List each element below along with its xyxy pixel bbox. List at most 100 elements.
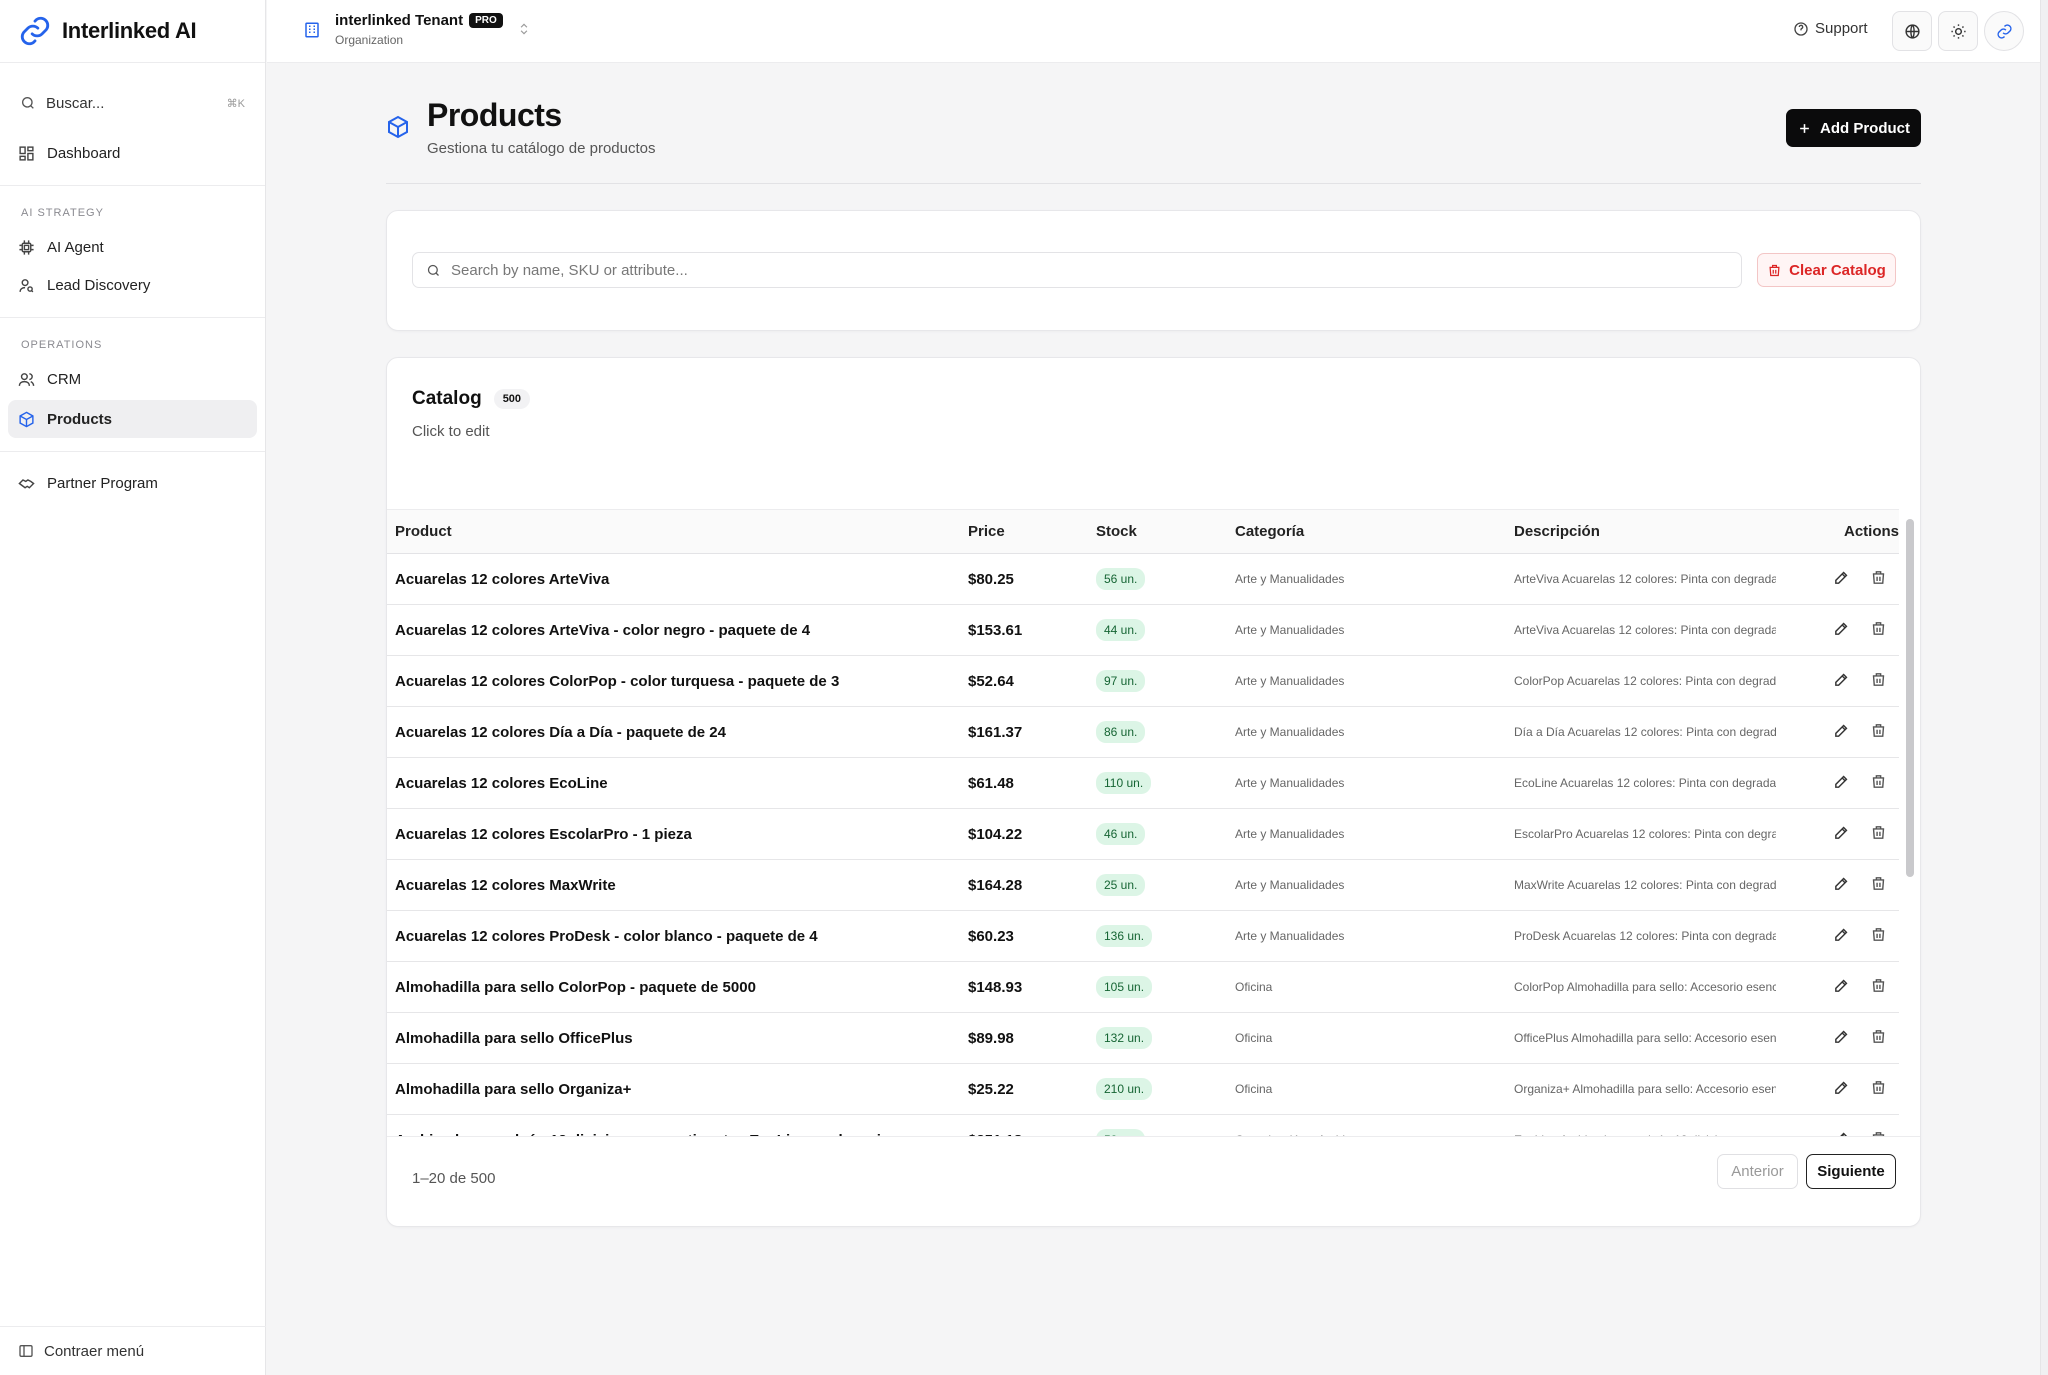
stock-badge: 58 un. <box>1096 1129 1146 1136</box>
table-row[interactable]: Acuarelas 12 colores Día a Día - paquete… <box>387 707 1899 758</box>
edit-icon[interactable] <box>1833 569 1850 590</box>
sidebar-item-label: Partner Program <box>47 474 158 492</box>
sidebar-item-label: Dashboard <box>47 144 121 162</box>
stock-cell: 46 un. <box>1088 823 1227 845</box>
table-row[interactable]: Acuarelas 12 colores ProDesk - color bla… <box>387 911 1899 962</box>
product-name: Acuarelas 12 colores ArteViva <box>395 570 610 588</box>
edit-icon[interactable] <box>1833 1028 1850 1049</box>
product-name: Acuarelas 12 colores EscolarPro - 1 piez… <box>395 825 692 843</box>
table-row[interactable]: Acuarelas 12 colores EscolarPro - 1 piez… <box>387 809 1899 860</box>
trash-icon[interactable] <box>1870 926 1887 947</box>
sidebar-search[interactable]: Buscar... ⌘K <box>10 83 255 123</box>
table-row[interactable]: Acuarelas 12 colores ArteViva - color ne… <box>387 605 1899 656</box>
sun-icon <box>1950 23 1966 39</box>
previous-page-button[interactable]: Anterior <box>1717 1154 1798 1189</box>
count-badge: 500 <box>493 389 531 409</box>
clear-catalog-button[interactable]: Clear Catalog <box>1757 253 1896 287</box>
product-category: Arte y Manualidades <box>1235 827 1345 841</box>
sidebar-item-crm[interactable]: CRM <box>8 360 257 398</box>
trash-icon[interactable] <box>1870 875 1887 896</box>
table-row[interactable]: Acuarelas 12 colores ArteViva $80.25 56 un… <box>387 554 1899 605</box>
stock-badge: 132 un. <box>1096 1027 1153 1049</box>
product-price: $61.48 <box>968 774 1014 792</box>
edit-icon[interactable] <box>1833 722 1850 743</box>
add-product-button[interactable]: Add Product <box>1786 109 1921 147</box>
product-name: Acuarelas 12 colores ProDesk - color bla… <box>395 927 818 945</box>
table-row[interactable]: Almohadilla para sello Organiza+ $25.22 21… <box>387 1064 1899 1115</box>
trash-icon[interactable] <box>1870 1079 1887 1100</box>
table-row[interactable]: Acuarelas 12 colores EcoLine $61.48 110 un… <box>387 758 1899 809</box>
product-description: ColorPop Almohadilla para sello: Accesor… <box>1514 980 1776 994</box>
edit-icon[interactable] <box>1833 671 1850 692</box>
row-actions <box>1776 722 1899 743</box>
stock-badge: 136 un. <box>1096 925 1153 947</box>
row-actions <box>1776 1028 1899 1049</box>
edit-icon[interactable] <box>1833 620 1850 641</box>
brand[interactable]: Interlinked AI <box>0 0 265 63</box>
trash-icon[interactable] <box>1870 671 1887 692</box>
divider <box>0 185 265 186</box>
product-price: $80.25 <box>968 570 1014 588</box>
edit-icon[interactable] <box>1833 1079 1850 1100</box>
trash-icon[interactable] <box>1870 569 1887 590</box>
column-header-description[interactable]: Descripción <box>1506 523 1776 540</box>
support-link[interactable]: Support <box>1793 20 1868 37</box>
column-header-product[interactable]: Product <box>387 523 960 540</box>
trash-icon[interactable] <box>1870 773 1887 794</box>
products-table: Product Price Stock Categoría Descripció… <box>387 509 1899 1136</box>
table-row[interactable]: Almohadilla para sello OfficePlus $89.98 1… <box>387 1013 1899 1064</box>
trash-icon[interactable] <box>1870 977 1887 998</box>
table-scrollbar[interactable] <box>1906 519 1914 877</box>
next-page-button[interactable]: Siguiente <box>1806 1154 1896 1189</box>
edit-icon[interactable] <box>1833 875 1850 896</box>
plan-badge: PRO <box>469 13 503 28</box>
table-row[interactable]: Almohadilla para sello ColorPop - paquet… <box>387 962 1899 1013</box>
pagination: 1–20 de 500 Anterior Siguiente <box>387 1136 1920 1226</box>
table-row[interactable]: Acuarelas 12 colores MaxWrite $164.28 25 u… <box>387 860 1899 911</box>
integrations-button[interactable] <box>1984 11 2024 51</box>
sidebar-item-ai-agent[interactable]: AI Agent <box>8 228 257 266</box>
stock-badge: 25 un. <box>1096 874 1146 896</box>
stock-badge: 44 un. <box>1096 619 1146 641</box>
product-price: $52.64 <box>968 672 1014 690</box>
product-name: Acuarelas 12 colores Día a Día - paquete… <box>395 723 726 741</box>
chevron-up-down-icon <box>520 23 528 35</box>
column-header-price[interactable]: Price <box>960 523 1088 540</box>
table-row[interactable]: Archivador acordeón 12 divisiones con et… <box>387 1115 1899 1136</box>
edit-icon[interactable] <box>1833 977 1850 998</box>
column-header-category[interactable]: Categoría <box>1227 523 1506 540</box>
dashboard-icon <box>19 145 34 161</box>
row-actions <box>1776 773 1899 794</box>
product-description: EcoLine Acuarelas 12 colores: Pinta con … <box>1514 776 1776 790</box>
tenant-switcher[interactable]: interlinked Tenant PRO Organization <box>303 12 531 47</box>
table-row[interactable]: Acuarelas 12 colores ColorPop - color tu… <box>387 656 1899 707</box>
sidebar-item-dashboard[interactable]: Dashboard <box>8 134 257 172</box>
trash-icon[interactable] <box>1870 722 1887 743</box>
product-description: ColorPop Acuarelas 12 colores: Pinta con… <box>1514 674 1776 688</box>
page-scrollbar[interactable] <box>2040 0 2048 1375</box>
collapse-menu-button[interactable]: Contraer menú <box>0 1326 266 1375</box>
edit-icon[interactable] <box>1833 926 1850 947</box>
product-search-input[interactable]: Search by name, SKU or attribute... <box>412 252 1742 288</box>
sidebar-item-products[interactable]: Products <box>8 400 257 438</box>
product-price: $25.22 <box>968 1080 1014 1098</box>
product-description: Organiza+ Almohadilla para sello: Acceso… <box>1514 1082 1776 1096</box>
trash-icon[interactable] <box>1870 620 1887 641</box>
search-icon <box>427 264 439 276</box>
edit-icon[interactable] <box>1833 773 1850 794</box>
product-description: EscolarPro Acuarelas 12 colores: Pinta c… <box>1514 827 1776 841</box>
row-actions <box>1776 1079 1899 1100</box>
sidebar-item-lead-discovery[interactable]: Lead Discovery <box>8 266 257 304</box>
sidebar-item-partner-program[interactable]: Partner Program <box>8 464 257 502</box>
stock-badge: 86 un. <box>1096 721 1146 743</box>
trash-icon[interactable] <box>1870 1028 1887 1049</box>
trash-icon[interactable] <box>1870 824 1887 845</box>
language-button[interactable] <box>1892 11 1932 51</box>
edit-icon[interactable] <box>1833 824 1850 845</box>
column-header-stock[interactable]: Stock <box>1088 523 1227 540</box>
product-description: ArteViva Acuarelas 12 colores: Pinta con… <box>1514 572 1776 586</box>
sidebar-item-label: Lead Discovery <box>47 276 151 294</box>
building-icon <box>305 22 319 38</box>
theme-toggle-button[interactable] <box>1938 11 1978 51</box>
row-actions <box>1776 671 1899 692</box>
